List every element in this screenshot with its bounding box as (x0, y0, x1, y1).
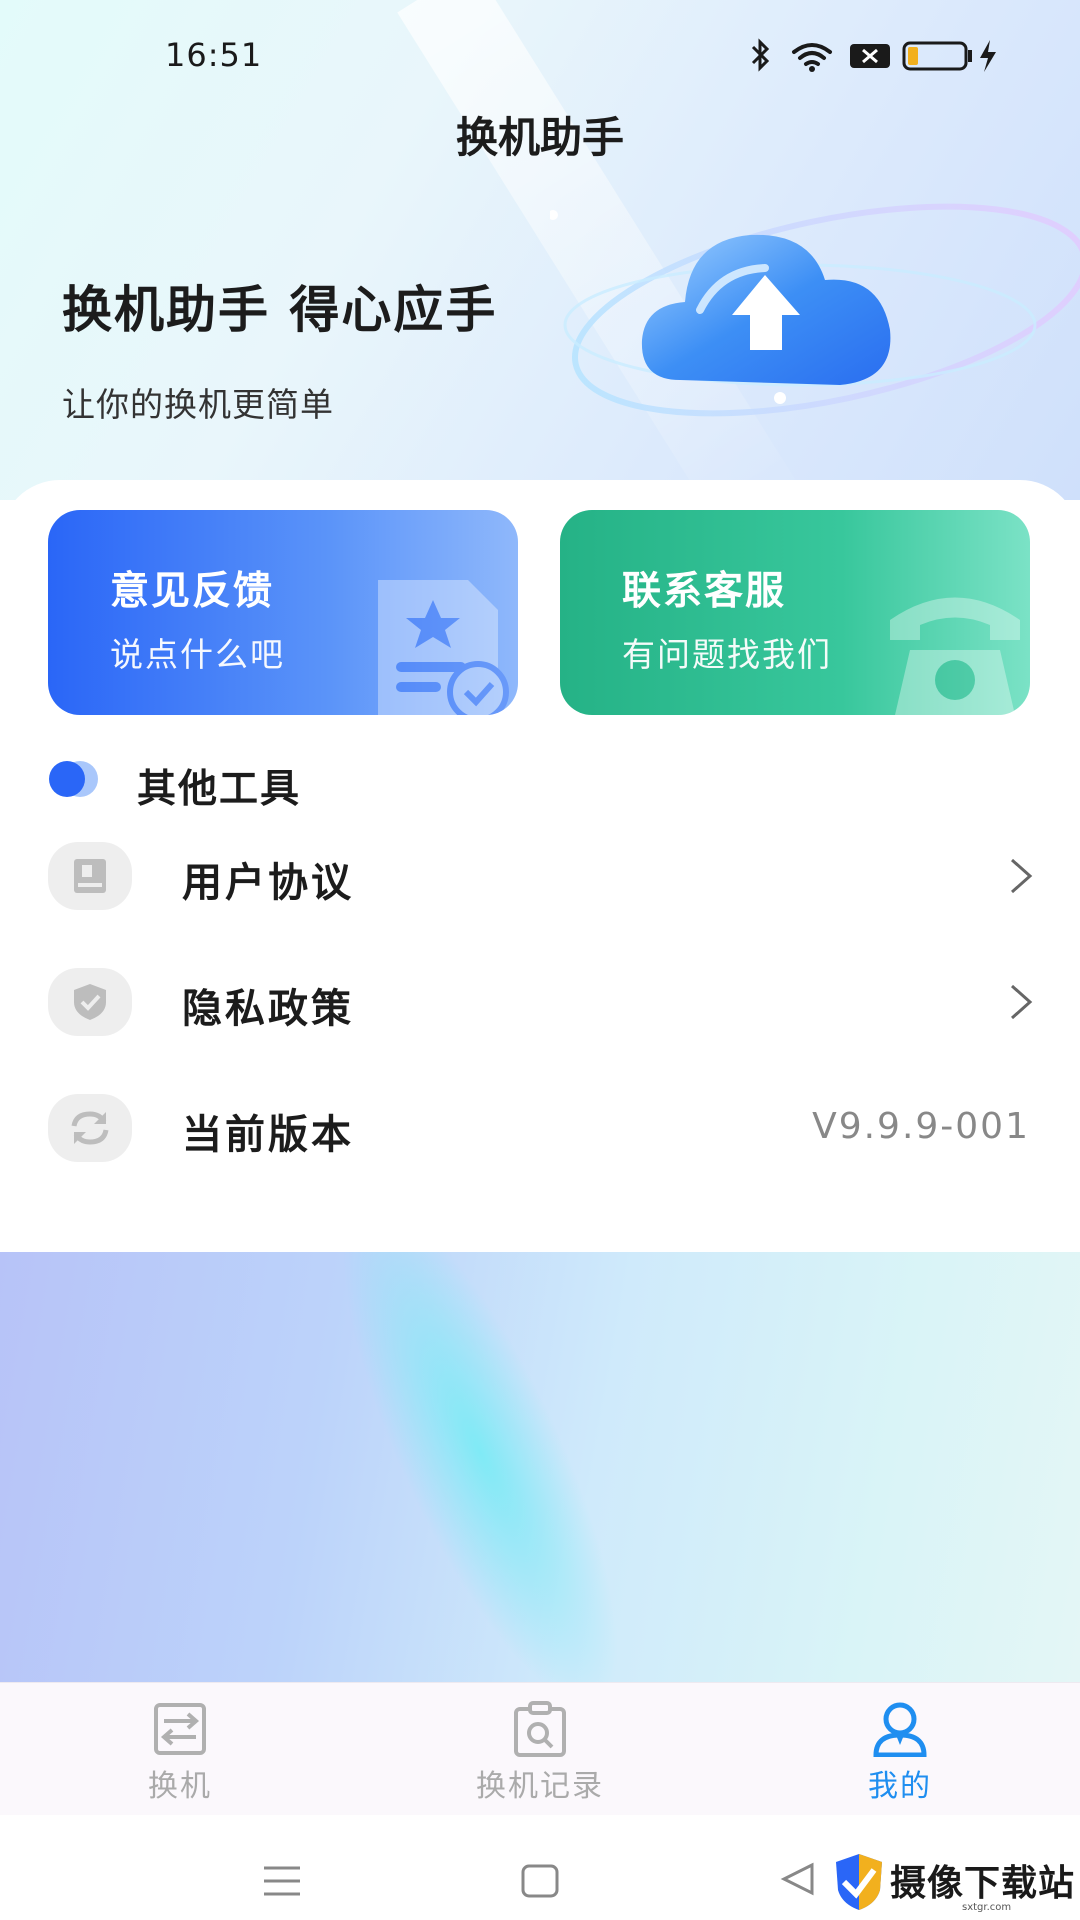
tab-transfer-history[interactable]: 换机记录 (420, 1683, 660, 1816)
tab-label: 我的 (868, 1769, 932, 1804)
user-icon (873, 1702, 927, 1757)
tab-transfer[interactable]: 换机 (60, 1683, 300, 1816)
customer-service-card[interactable]: 联系客服 有问题找我们 (560, 510, 1030, 715)
no-sim-icon (850, 44, 890, 68)
row-label: 当前版本 (182, 1112, 354, 1158)
bluetooth-icon (751, 38, 770, 72)
tab-mine[interactable]: 我的 (780, 1683, 1020, 1816)
feedback-subtitle: 说点什么吧 (110, 635, 285, 674)
section-marker-icon (49, 761, 98, 797)
feedback-document-icon (378, 580, 509, 715)
chevron-right-icon (1011, 858, 1033, 894)
chevron-right-icon (1011, 984, 1033, 1020)
decorative-background (0, 1252, 1080, 1682)
transfer-icon (154, 1703, 206, 1755)
tab-label: 换机记录 (476, 1769, 604, 1804)
cloud-upload-illustration (550, 203, 1080, 417)
shield-icon (48, 968, 132, 1036)
page-title: 换机助手 (455, 113, 624, 162)
telephone-icon (890, 597, 1020, 715)
document-icon (48, 842, 132, 910)
battery-icon (902, 41, 972, 71)
bottom-navigation: 换机 换机记录 我的 (0, 1682, 1080, 1816)
wifi-icon (792, 43, 832, 66)
menu-icon[interactable] (262, 1865, 302, 1897)
charging-icon (980, 40, 996, 72)
section-title: 其他工具 (137, 767, 302, 812)
row-label: 用户协议 (182, 860, 354, 906)
status-time: 16:51 (165, 36, 263, 74)
watermark-text: 摄像下载站 (890, 1863, 1076, 1904)
tab-label: 换机 (148, 1769, 212, 1804)
clipboard-icon (514, 1701, 566, 1757)
hero-headline: 换机助手 得心应手 (62, 281, 498, 339)
service-subtitle: 有问题找我们 (622, 635, 832, 674)
version-value: V9.9.9-001 (812, 1106, 1030, 1147)
feedback-title: 意见反馈 (110, 569, 275, 614)
refresh-icon (48, 1094, 132, 1162)
status-icons (751, 38, 996, 72)
home-icon[interactable] (520, 1863, 560, 1899)
service-title: 联系客服 (622, 569, 787, 614)
user-agreement-row[interactable]: 用户协议 (0, 824, 1080, 934)
feedback-card[interactable]: 意见反馈 说点什么吧 (48, 510, 518, 715)
hero-subtitle: 让你的换机更简单 (62, 385, 334, 424)
watermark-logo: 摄像下载站 sxtgr.com (832, 1852, 1077, 1918)
row-label: 隐私政策 (182, 986, 354, 1032)
back-icon[interactable] (778, 1861, 818, 1897)
watermark-url: sxtgr.com (962, 1902, 1012, 1913)
current-version-row: 当前版本 V9.9.9-001 (0, 1076, 1080, 1186)
privacy-policy-row[interactable]: 隐私政策 (0, 950, 1080, 1060)
watermark-shield-icon (836, 1854, 882, 1910)
